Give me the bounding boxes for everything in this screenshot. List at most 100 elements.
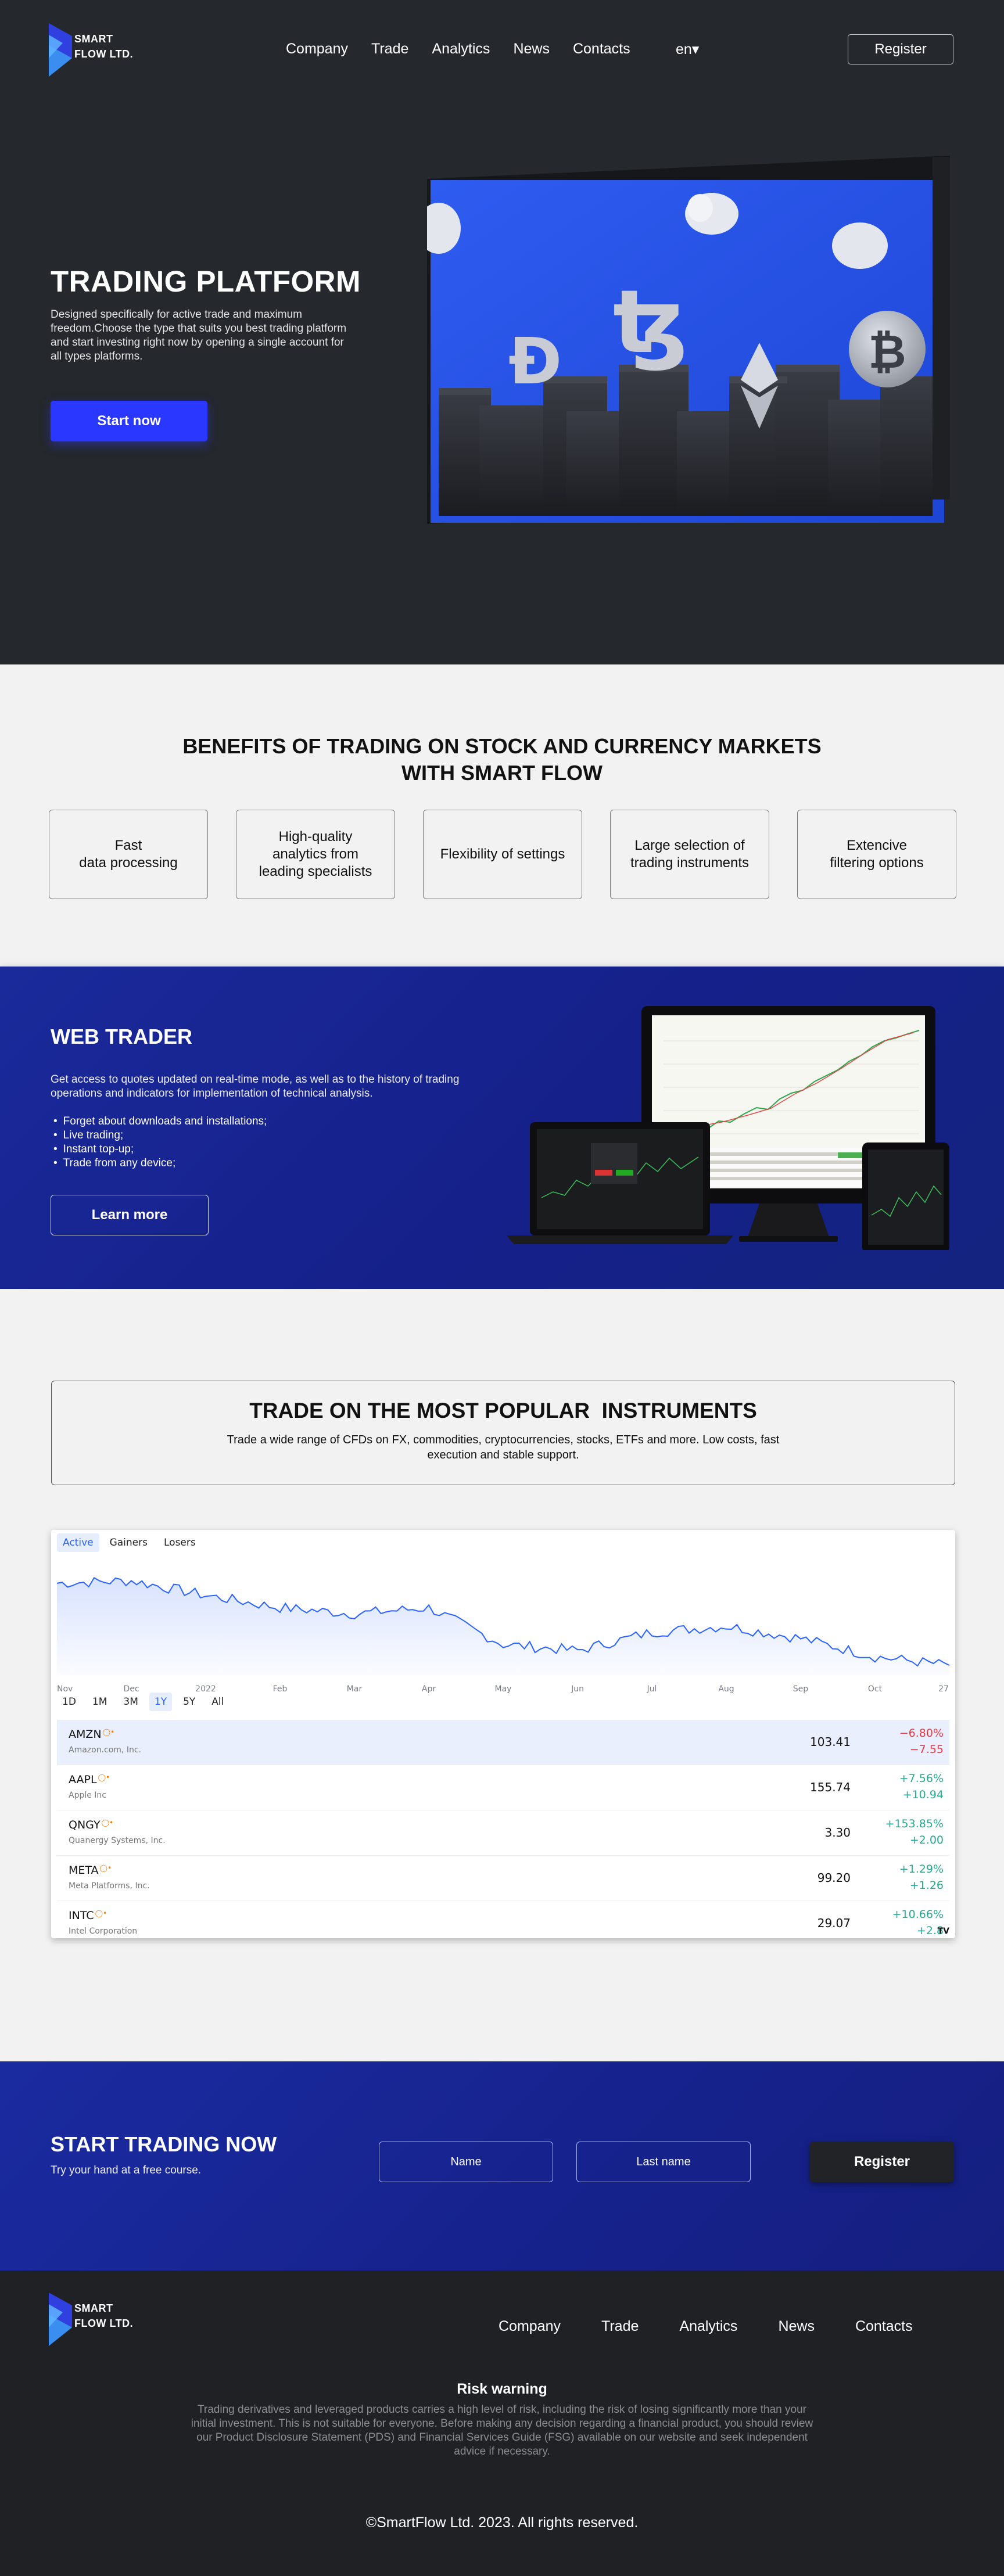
flag-icon: ◯•	[102, 1728, 115, 1736]
benefit-label: High-quality analytics from leading spec…	[259, 829, 372, 879]
logo-text: SMART FLOW LTD.	[74, 31, 133, 62]
symbol-change-percent: −6.80%	[899, 1727, 944, 1740]
period-selector: 1D 1M 3M 1Y 5Y All	[57, 1693, 229, 1711]
flag-icon: ◯•	[95, 1909, 107, 1917]
benefits-title-line-2: WITH SMART FLOW	[401, 761, 603, 785]
logo-line-1: SMART	[74, 2302, 113, 2314]
instruments-box: TRADE ON THE MOST POPULAR INSTRUMENTS Tr…	[51, 1381, 955, 1485]
name-field[interactable]	[379, 2142, 553, 2182]
tab-losers[interactable]: Losers	[158, 1533, 202, 1552]
nav-analytics[interactable]: Analytics	[432, 41, 490, 58]
nav-company[interactable]: Company	[286, 41, 348, 58]
symbol-list: AMZN ◯• Amazon.com, Inc. 103.41 −6.80% −7…	[57, 1720, 949, 1938]
tradingview-logo[interactable]: TV	[938, 1927, 949, 1936]
tab-gainers[interactable]: Gainers	[104, 1533, 153, 1552]
logo-line-1: SMART	[74, 33, 113, 45]
footer-nav-news[interactable]: News	[778, 2318, 815, 2335]
logo-line-2: FLOW LTD.	[74, 48, 134, 60]
footer-nav-contacts[interactable]: Contacts	[855, 2318, 913, 2335]
symbol-change-percent: +7.56%	[899, 1772, 944, 1785]
logo-mark-icon	[49, 2293, 72, 2346]
logo[interactable]: SMART FLOW LTD.	[49, 23, 153, 77]
symbol-company: Amazon.com, Inc.	[69, 1745, 141, 1755]
logo-line-2: FLOW LTD.	[74, 2318, 134, 2329]
benefit-label: Fast data processing	[79, 838, 178, 871]
period-5y[interactable]: 5Y	[178, 1693, 200, 1711]
start-now-button[interactable]: Start now	[51, 401, 207, 441]
logo-text: SMART FLOW LTD.	[74, 2301, 133, 2331]
footer: SMART FLOW LTD. Company Trade Analytics …	[0, 2270, 1004, 2576]
ticker-text: META	[69, 1864, 99, 1877]
symbol-row-qngy[interactable]: QNGY ◯• Quanergy Systems, Inc. 3.30 +153.…	[57, 1810, 949, 1856]
register-form-button[interactable]: Register	[810, 2142, 954, 2182]
top-nav: SMART FLOW LTD. Company Trade Analytics …	[0, 0, 1004, 105]
symbol-price: 155.74	[810, 1780, 851, 1794]
period-all[interactable]: All	[206, 1693, 229, 1711]
svg-text:₿: ₿	[868, 325, 906, 379]
symbol-change-percent: +10.66%	[892, 1908, 944, 1921]
symbol-change-percent: +153.85%	[885, 1817, 944, 1830]
benefit-label: Extencive filtering options	[830, 838, 924, 871]
footer-nav-company[interactable]: Company	[499, 2318, 561, 2335]
webtrader-description: Get access to quotes updated on real-tim…	[51, 1073, 460, 1100]
flag-icon: ◯•	[98, 1773, 110, 1781]
period-1y[interactable]: 1Y	[149, 1693, 173, 1711]
benefits-title-line-1: BENEFITS OF TRADING ON STOCK AND CURRENC…	[182, 734, 822, 758]
risk-warning-title: Risk warning	[457, 2381, 547, 2397]
logo-mark-icon	[49, 23, 72, 77]
x-tick-label: Jun	[571, 1684, 584, 1694]
x-tick-label: Oct	[868, 1684, 883, 1694]
benefit-card-instruments: Large selection of trading instruments	[610, 810, 769, 899]
ticker-text: INTC	[69, 1909, 94, 1922]
footer-nav: Company Trade Analytics News Contacts	[499, 2318, 913, 2335]
symbol-ticker: AMZN ◯•	[69, 1728, 114, 1741]
last-name-field[interactable]	[576, 2142, 751, 2182]
nav-news[interactable]: News	[513, 41, 550, 58]
feature-item: Instant top-up;	[53, 1143, 267, 1156]
symbol-ticker: QNGY ◯•	[69, 1819, 113, 1831]
feature-item: Trade from any device;	[53, 1156, 267, 1170]
symbol-row-meta[interactable]: META ◯• Meta Platforms, Inc. 99.20 +1.29%…	[57, 1856, 949, 1901]
price-area-chart: Nov Dec 2022 Feb Mar Apr May Jun Jul Aug Sep Oct 27	[56, 1577, 950, 1694]
x-tick-label: Feb	[273, 1684, 288, 1694]
x-tick-label: Mar	[347, 1684, 363, 1694]
period-3m[interactable]: 3M	[118, 1693, 143, 1711]
period-1m[interactable]: 1M	[87, 1693, 112, 1711]
symbol-ticker: AAPL ◯•	[69, 1773, 110, 1786]
webtrader-section: WEB TRADER Get access to quotes updated …	[0, 967, 1004, 1289]
period-1d[interactable]: 1D	[57, 1693, 81, 1711]
x-tick-label: Sep	[793, 1684, 809, 1694]
main-nav: Company Trade Analytics News Contacts	[286, 41, 630, 58]
symbol-row-intc[interactable]: INTC ◯• Intel Corporation 29.07 +10.66% +…	[57, 1901, 949, 1938]
start-trading-section: START TRADING NOW Try your hand at a fre…	[0, 2061, 1004, 2270]
feature-item: Live trading;	[53, 1129, 267, 1143]
symbol-row-amzn[interactable]: AMZN ◯• Amazon.com, Inc. 103.41 −6.80% −7…	[57, 1720, 949, 1765]
flag-icon: ◯•	[101, 1819, 114, 1827]
nav-trade[interactable]: Trade	[371, 41, 408, 58]
language-selector[interactable]: en▾	[676, 41, 699, 58]
x-tick-label: Aug	[718, 1684, 734, 1694]
symbol-row-aapl[interactable]: AAPL ◯• Apple Inc 155.74 +7.56% +10.94	[57, 1765, 949, 1810]
tab-active[interactable]: Active	[57, 1533, 99, 1552]
benefits-title: BENEFITS OF TRADING ON STOCK AND CURRENC…	[0, 733, 1004, 786]
x-tick-label: 27	[938, 1684, 949, 1694]
nav-contacts[interactable]: Contacts	[573, 41, 630, 58]
symbol-company: Intel Corporation	[69, 1927, 138, 1936]
benefits-section: BENEFITS OF TRADING ON STOCK AND CURRENC…	[0, 664, 1004, 967]
widget-tabs: Active Gainers Losers	[57, 1533, 202, 1552]
footer-nav-analytics[interactable]: Analytics	[679, 2318, 737, 2335]
ticker-text: AMZN	[69, 1728, 102, 1741]
register-button[interactable]: Register	[848, 34, 953, 64]
start-trading-subtitle: Try your hand at a free course.	[51, 2164, 202, 2176]
learn-more-button[interactable]: Learn more	[51, 1195, 209, 1235]
footer-nav-trade[interactable]: Trade	[601, 2318, 639, 2335]
footer-logo[interactable]: SMART FLOW LTD.	[49, 2293, 153, 2346]
flag-icon: ◯•	[99, 1864, 112, 1872]
symbol-company: Meta Platforms, Inc.	[69, 1881, 150, 1891]
x-tick-label: Jul	[647, 1684, 657, 1694]
instruments-section: TRADE ON THE MOST POPULAR INSTRUMENTS Tr…	[0, 1289, 1004, 2061]
benefit-card-analytics: High-quality analytics from leading spec…	[236, 810, 395, 899]
benefit-label: Large selection of trading instruments	[630, 838, 750, 871]
crypto-city-illustration: Đ ꜩ ₿	[427, 156, 950, 524]
symbol-price: 99.20	[817, 1871, 851, 1885]
